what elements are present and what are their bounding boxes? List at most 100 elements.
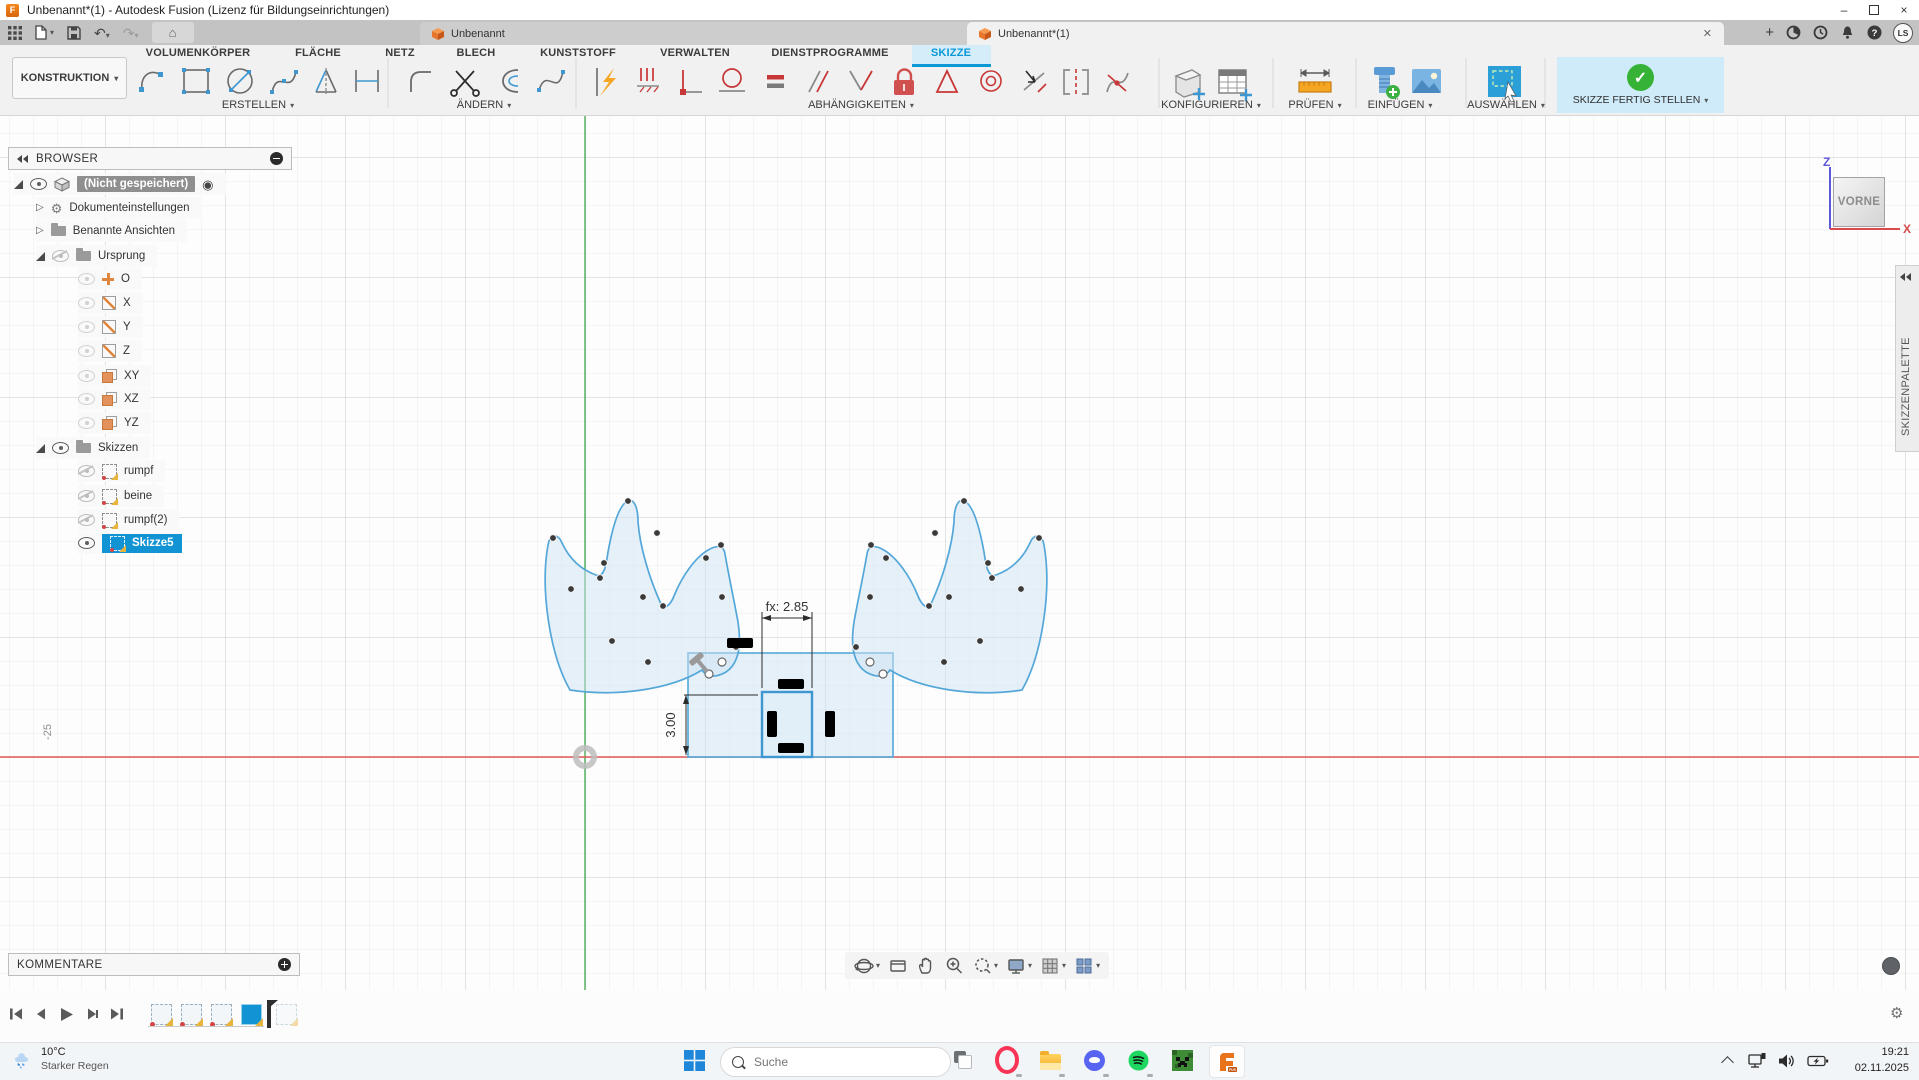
close-button[interactable]: × [1889,0,1919,20]
group-erstellen[interactable]: ERSTELLEN▾ [222,99,294,111]
close-tab-icon[interactable]: ✕ [1703,27,1712,40]
visibility-eye-icon[interactable] [78,537,95,549]
minecraft-icon[interactable] [1170,1048,1194,1072]
constraint-polygon[interactable] [937,71,957,92]
search-input[interactable] [752,1054,906,1070]
timeline-skip-start-icon[interactable] [8,1006,24,1022]
settings-gear-icon[interactable]: ⚙ [1890,1004,1903,1022]
timeline-feature-sketch1[interactable] [151,1004,172,1025]
tool-sketch-dimension[interactable] [597,68,616,96]
constraint-curvature[interactable] [1107,73,1128,92]
expanded-icon[interactable] [36,444,45,453]
constraint-fix-lock[interactable] [894,70,914,95]
recent-clock-icon[interactable] [1812,25,1828,41]
minimize-button[interactable]: – [1829,0,1859,20]
tool-trim[interactable] [451,71,479,96]
group-einfuegen[interactable]: EINFÜGEN▾ [1368,99,1433,111]
timeline-position-marker[interactable] [267,1000,271,1028]
tool-select[interactable] [1488,66,1521,102]
constraint-parallel[interactable] [809,71,828,92]
visibility-eye-icon[interactable] [78,321,95,333]
viewcube[interactable]: VORNE [1833,177,1885,227]
timeline-skip-end-icon[interactable] [109,1006,125,1022]
save-icon[interactable] [67,26,81,40]
constraint-coincident[interactable] [680,70,702,95]
timeline-feature-sketch2[interactable] [181,1004,202,1025]
start-button[interactable] [682,1048,706,1072]
constraint-symmetry[interactable] [1064,69,1088,95]
redo-icon[interactable]: ↷▾ [123,26,139,40]
visibility-eye-icon[interactable] [78,273,95,285]
network-icon[interactable] [1748,1052,1767,1069]
user-avatar[interactable]: LS [1893,23,1913,43]
tree-row-plane-xy[interactable]: XY [78,365,151,387]
tree-row-sketch-skizze5[interactable]: Skizze5 [78,532,182,554]
file-menu-icon[interactable]: ▾ [35,25,54,40]
expanded-icon[interactable] [14,180,23,189]
taskbar-search[interactable] [720,1047,951,1077]
tool-spline[interactable] [270,70,298,94]
tree-row-plane-xz[interactable]: XZ [78,388,151,410]
tree-row-benannte-ansichten[interactable]: ▷ Benannte Ansichten [36,220,187,242]
visibility-eye-icon[interactable] [52,442,69,454]
timeline-step-forward-icon[interactable] [84,1006,100,1022]
constraint-perpendicular[interactable] [850,71,872,90]
tool-rectangle[interactable] [182,68,210,94]
visibility-eye-icon[interactable] [52,250,69,262]
tree-row-root[interactable]: (Nicht gespeichert) ◉ [14,173,226,195]
tree-row-skizzen[interactable]: Skizzen [36,437,150,459]
tool-insert-image[interactable] [1412,69,1441,93]
visibility-eye-icon[interactable] [78,297,95,309]
display-settings-icon[interactable]: ▾ [1002,956,1036,976]
group-pruefen[interactable]: PRÜFEN▾ [1288,99,1341,111]
tool-line[interactable] [139,72,163,92]
visibility-eye-icon[interactable] [78,370,95,382]
tree-row-sketch-rumpf2[interactable]: rumpf(2) [78,509,179,531]
look-at-icon[interactable] [884,956,912,976]
constraint-concentric[interactable] [981,71,1001,91]
undo-icon[interactable]: ↶▾ [94,26,110,40]
constraint-midpoint[interactable] [1024,71,1046,92]
tool-fillet[interactable] [411,72,431,92]
group-konfigurieren[interactable]: KONFIGURIEREN▾ [1161,99,1261,111]
root-document-label[interactable]: (Nicht gespeichert) [77,176,195,192]
group-aendern[interactable]: ÄNDERN▾ [457,99,511,111]
tree-row-sketch-beine[interactable]: beine [78,485,164,507]
timeline-play-icon[interactable] [58,1006,75,1023]
discord-icon[interactable] [1082,1048,1106,1072]
expand-palette-icon[interactable] [1900,273,1911,281]
visibility-eye-icon[interactable] [78,514,95,526]
expanded-icon[interactable] [36,252,45,261]
fusion-taskbar-icon[interactable]: FUS [1209,1045,1245,1078]
constraint-equal[interactable] [767,75,784,88]
weather-widget[interactable]: 10°C Starker Regen [10,1046,109,1073]
tool-circle[interactable] [228,69,252,93]
finish-sketch-button[interactable]: ✓ SKIZZE FERTIG STELLEN▾ [1557,57,1724,113]
zoom-window-icon[interactable]: ▾ [968,956,1002,976]
browser-panel-header[interactable]: BROWSER [8,147,292,170]
visibility-eye-icon[interactable] [78,345,95,357]
home-view-icon[interactable]: ⌂ [152,22,194,43]
tree-row-origin-o[interactable]: O [78,268,142,290]
visibility-eye-icon[interactable] [78,490,95,502]
tool-configure-table[interactable] [1219,70,1252,101]
app-menu-icon[interactable] [8,26,22,40]
sketch-palette-label[interactable]: SKIZZENPALETTE [1900,337,1912,436]
model-canvas[interactable] [0,115,1919,990]
spotify-icon[interactable] [1126,1048,1150,1072]
new-tab-icon[interactable]: + [1765,24,1774,41]
viewports-icon[interactable]: ▾ [1070,956,1104,976]
doc-tab-unbenannt-1[interactable]: Unbenannt*(1) ✕ [967,22,1724,45]
timeline-feature-sketch4-active[interactable] [241,1004,262,1025]
taskbar-clock[interactable]: 19:21 02.11.2025 [1837,1045,1909,1076]
visibility-eye-icon[interactable] [78,465,95,477]
collapsed-icon[interactable]: ▷ [36,226,44,236]
hidden-icons-chevron[interactable] [1721,1056,1734,1069]
tree-row-dokumenteinstellungen[interactable]: ▷ ⚙ Dokumenteinstellungen [36,197,202,219]
pan-hand-icon[interactable] [912,956,940,976]
collapse-all-icon[interactable] [270,152,283,165]
constraint-tangent[interactable] [719,69,745,91]
activate-component-icon[interactable]: ◉ [202,178,213,191]
tool-insert-fastener[interactable] [1374,67,1400,99]
visibility-eye-icon[interactable] [78,417,95,429]
